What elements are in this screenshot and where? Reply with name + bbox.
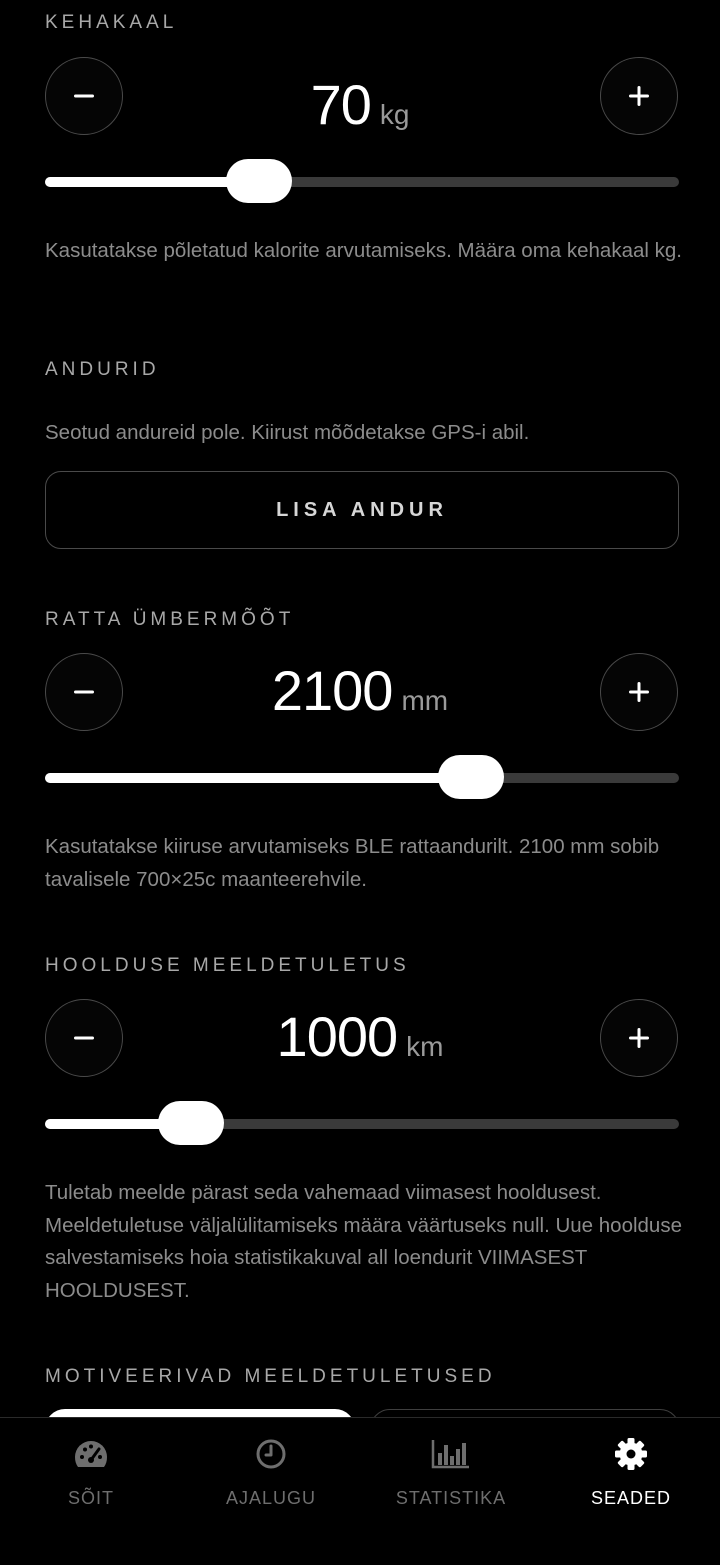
wheel-value: 2100 bbox=[271, 659, 394, 722]
nav-item-settings[interactable]: SEADED bbox=[541, 1418, 720, 1518]
wheel-increase-button[interactable] bbox=[600, 653, 678, 731]
speedometer-icon bbox=[72, 1436, 110, 1472]
clock-icon bbox=[255, 1436, 287, 1472]
nav-item-history[interactable]: AJALUGU bbox=[181, 1418, 361, 1518]
slider-fill bbox=[45, 773, 472, 783]
plus-icon bbox=[629, 1028, 649, 1048]
plus-icon bbox=[629, 86, 649, 106]
weight-slider[interactable] bbox=[45, 159, 679, 205]
slider-thumb[interactable] bbox=[438, 755, 505, 799]
maintenance-increase-button[interactable] bbox=[600, 999, 678, 1077]
weight-unit: kg bbox=[379, 99, 410, 130]
maintenance-description: Tuletab meelde pärast seda vahemaad viim… bbox=[45, 1181, 682, 1302]
slider-thumb[interactable] bbox=[226, 159, 293, 203]
settings-scroll-content[interactable]: KEHAKAAL 70 kg Kasutatakse põletatud kal… bbox=[0, 0, 720, 1418]
settings-screen: KEHAKAAL 70 kg Kasutatakse põletatud kal… bbox=[0, 0, 720, 1565]
weight-increase-button[interactable] bbox=[600, 57, 678, 135]
nav-item-statistics[interactable]: STATISTIKA bbox=[361, 1418, 541, 1518]
gear-icon bbox=[614, 1436, 648, 1472]
section-title-motivational-reminders: MOTIVEERIVAD MEELDETULETUSED bbox=[45, 1366, 496, 1387]
slider-thumb[interactable] bbox=[157, 1101, 224, 1145]
section-title-body-weight: KEHAKAAL bbox=[45, 12, 178, 33]
bottom-navigation: SÕIT AJALUGU STATISTIKA SEADED bbox=[0, 1417, 720, 1565]
add-sensor-button[interactable]: LISA ANDUR bbox=[45, 471, 679, 549]
section-title-wheel-circumference: RATTA ÜMBERMÕÕT bbox=[45, 609, 295, 630]
section-title-maintenance-reminder: HOOLDUSE MEELDETULETUS bbox=[45, 955, 410, 976]
wheel-description: Kasutatakse kiiruse arvutamiseks BLE rat… bbox=[45, 835, 660, 891]
section-title-sensors: ANDURID bbox=[45, 359, 160, 380]
nav-label-history: AJALUGU bbox=[225, 1488, 317, 1508]
plus-icon bbox=[629, 682, 649, 702]
maintenance-value: 1000 bbox=[276, 1005, 399, 1068]
nav-label-statistics: STATISTIKA bbox=[395, 1488, 507, 1508]
maintenance-unit: km bbox=[406, 1031, 444, 1062]
wheel-slider[interactable] bbox=[45, 755, 679, 801]
nav-label-settings: SEADED bbox=[590, 1488, 672, 1508]
wheel-unit: mm bbox=[401, 685, 449, 716]
weight-value: 70 bbox=[310, 73, 372, 136]
bar-chart-icon bbox=[431, 1436, 471, 1472]
weight-description: Kasutatakse põletatud kalorite arvutamis… bbox=[45, 239, 682, 262]
nav-item-ride[interactable]: SÕIT bbox=[1, 1418, 181, 1518]
nav-label-ride: SÕIT bbox=[67, 1488, 114, 1508]
sensors-status-text: Seotud andureid pole. Kiirust mõõdetakse… bbox=[45, 421, 530, 444]
maintenance-slider[interactable] bbox=[45, 1101, 679, 1147]
